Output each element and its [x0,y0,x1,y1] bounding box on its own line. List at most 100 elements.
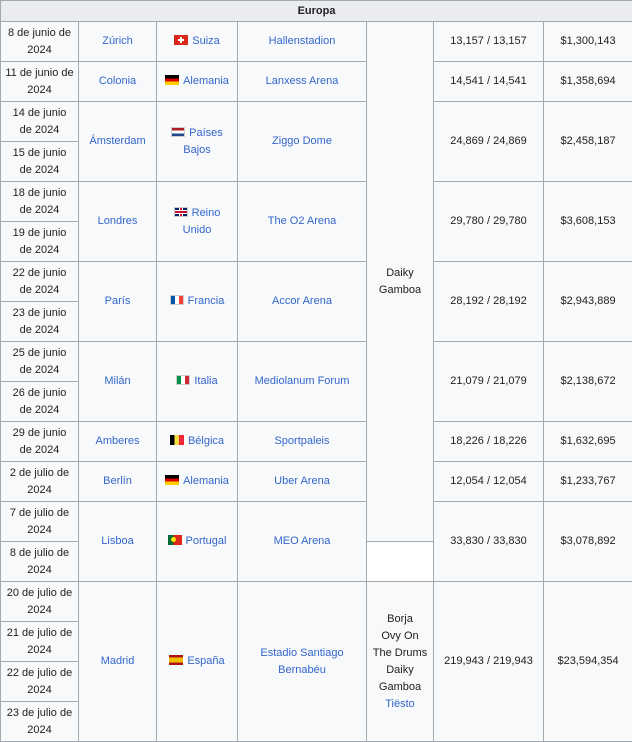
attendance-cell: 13,157 / 13,157 [434,22,544,62]
venue-link[interactable]: Uber Arena [274,475,330,487]
belgium-flag-icon [170,435,184,445]
attendance-cell: 24,869 / 24,869 [434,102,544,182]
date-cell: 25 de junio de 2024 [1,342,79,382]
germany-flag-icon [165,75,179,85]
country-link[interactable]: Suiza [192,35,220,47]
country-cell: Reino Unido [157,182,238,262]
revenue-cell: $2,138,672 [544,342,632,422]
attendance-cell: 33,830 / 33,830 [434,502,544,582]
attendance-cell: 219,943 / 219,943 [434,582,544,742]
date-cell: 23 de julio de 2024 [1,702,79,742]
date-cell: 7 de julio de 2024 [1,502,79,542]
revenue-cell: $1,632,695 [544,422,632,462]
city-cell: París [79,262,157,342]
date-cell: 23 de junio de 2024 [1,302,79,342]
date-cell: 8 de julio de 2024 [1,542,79,582]
city-cell: Ámsterdam [79,102,157,182]
city-cell: Milán [79,342,157,422]
france-flag-icon [170,295,184,305]
revenue-cell: $23,594,354 [544,582,632,742]
city-link[interactable]: Londres [98,215,138,227]
spain-flag-icon [169,655,183,665]
venue-cell: Hallenstadion [238,22,367,62]
table-row: 2 de julio de 2024 Berlín Alemania Uber … [1,462,632,502]
netherlands-flag-icon [171,127,185,137]
venue-cell: Lanxess Arena [238,62,367,102]
country-link[interactable]: Alemania [183,75,229,87]
country-link[interactable]: Bélgica [188,435,224,447]
country-link[interactable]: Francia [188,295,225,307]
country-cell: Alemania [157,462,238,502]
revenue-cell: $3,078,892 [544,502,632,582]
tour-dates-table: Europa 8 de junio de 2024 Zúrich Suiza H… [0,0,632,742]
venue-cell: Sportpaleis [238,422,367,462]
city-link[interactable]: Madrid [101,655,135,667]
country-link[interactable]: Alemania [183,475,229,487]
country-cell: Bélgica [157,422,238,462]
date-cell: 11 de junio de 2024 [1,62,79,102]
venue-cell: Mediolanum Forum [238,342,367,422]
city-link[interactable]: Berlín [103,475,132,487]
venue-link[interactable]: MEO Arena [274,535,331,547]
revenue-cell: $1,233,767 [544,462,632,502]
date-cell: 19 de junio de 2024 [1,222,79,262]
country-cell: España [157,582,238,742]
venue-link[interactable]: Ziggo Dome [272,135,332,147]
date-cell: 26 de junio de 2024 [1,382,79,422]
revenue-cell: $2,943,889 [544,262,632,342]
opening-act-text: Ovy On The Drums [371,628,429,662]
city-link[interactable]: Amberes [95,435,139,447]
venue-link[interactable]: The O2 Arena [268,215,337,227]
italy-flag-icon [176,375,190,385]
table-row: 18 de junio de 2024 Londres Reino Unido … [1,182,632,222]
city-link[interactable]: París [105,295,131,307]
city-link[interactable]: Zúrich [102,35,133,47]
date-cell: 14 de junio de 2024 [1,102,79,142]
date-cell: 15 de junio de 2024 [1,142,79,182]
city-link[interactable]: Lisboa [101,535,133,547]
venue-cell: Accor Arena [238,262,367,342]
city-link[interactable]: Milán [104,375,130,387]
table-row: 11 de junio de 2024 Colonia Alemania Lan… [1,62,632,102]
venue-cell: Uber Arena [238,462,367,502]
date-cell: 22 de julio de 2024 [1,662,79,702]
date-cell: 8 de junio de 2024 [1,22,79,62]
date-cell: 21 de julio de 2024 [1,622,79,662]
city-cell: Berlín [79,462,157,502]
attendance-cell: 29,780 / 29,780 [434,182,544,262]
venue-link[interactable]: Sportpaleis [274,435,329,447]
country-cell: Francia [157,262,238,342]
opening-act-link[interactable]: Tiësto [385,698,415,710]
venue-cell: MEO Arena [238,502,367,582]
city-cell: Madrid [79,582,157,742]
venue-link[interactable]: Accor Arena [272,295,332,307]
country-cell: Portugal [157,502,238,582]
revenue-cell: $1,358,694 [544,62,632,102]
attendance-cell: 18,226 / 18,226 [434,422,544,462]
country-cell: Italia [157,342,238,422]
city-link[interactable]: Ámsterdam [89,135,145,147]
venue-link[interactable]: Estadio Santiago Bernabéu [260,647,343,676]
date-cell: 2 de julio de 2024 [1,462,79,502]
country-link[interactable]: Italia [194,375,217,387]
venue-cell: Ziggo Dome [238,102,367,182]
table-row: 8 de junio de 2024 Zúrich Suiza Hallenst… [1,22,632,62]
venue-link[interactable]: Hallenstadion [269,35,336,47]
opening-act-cell: Daiky Gamboa [367,22,434,542]
date-cell: 18 de junio de 2024 [1,182,79,222]
country-link[interactable]: Reino Unido [183,207,221,236]
attendance-cell: 12,054 / 12,054 [434,462,544,502]
city-cell: Londres [79,182,157,262]
city-cell: Lisboa [79,502,157,582]
city-cell: Zúrich [79,22,157,62]
country-link[interactable]: España [187,655,224,667]
venue-link[interactable]: Lanxess Arena [266,75,339,87]
opening-act-text: Daiky Gamboa [379,267,421,296]
country-link[interactable]: Portugal [186,535,227,547]
revenue-cell: $3,608,153 [544,182,632,262]
city-link[interactable]: Colonia [99,75,136,87]
table-row: 22 de junio de 2024 París Francia Accor … [1,262,632,302]
table-row: 25 de junio de 2024 Milán Italia Mediola… [1,342,632,382]
country-link[interactable]: Países Bajos [183,127,223,156]
venue-link[interactable]: Mediolanum Forum [255,375,350,387]
